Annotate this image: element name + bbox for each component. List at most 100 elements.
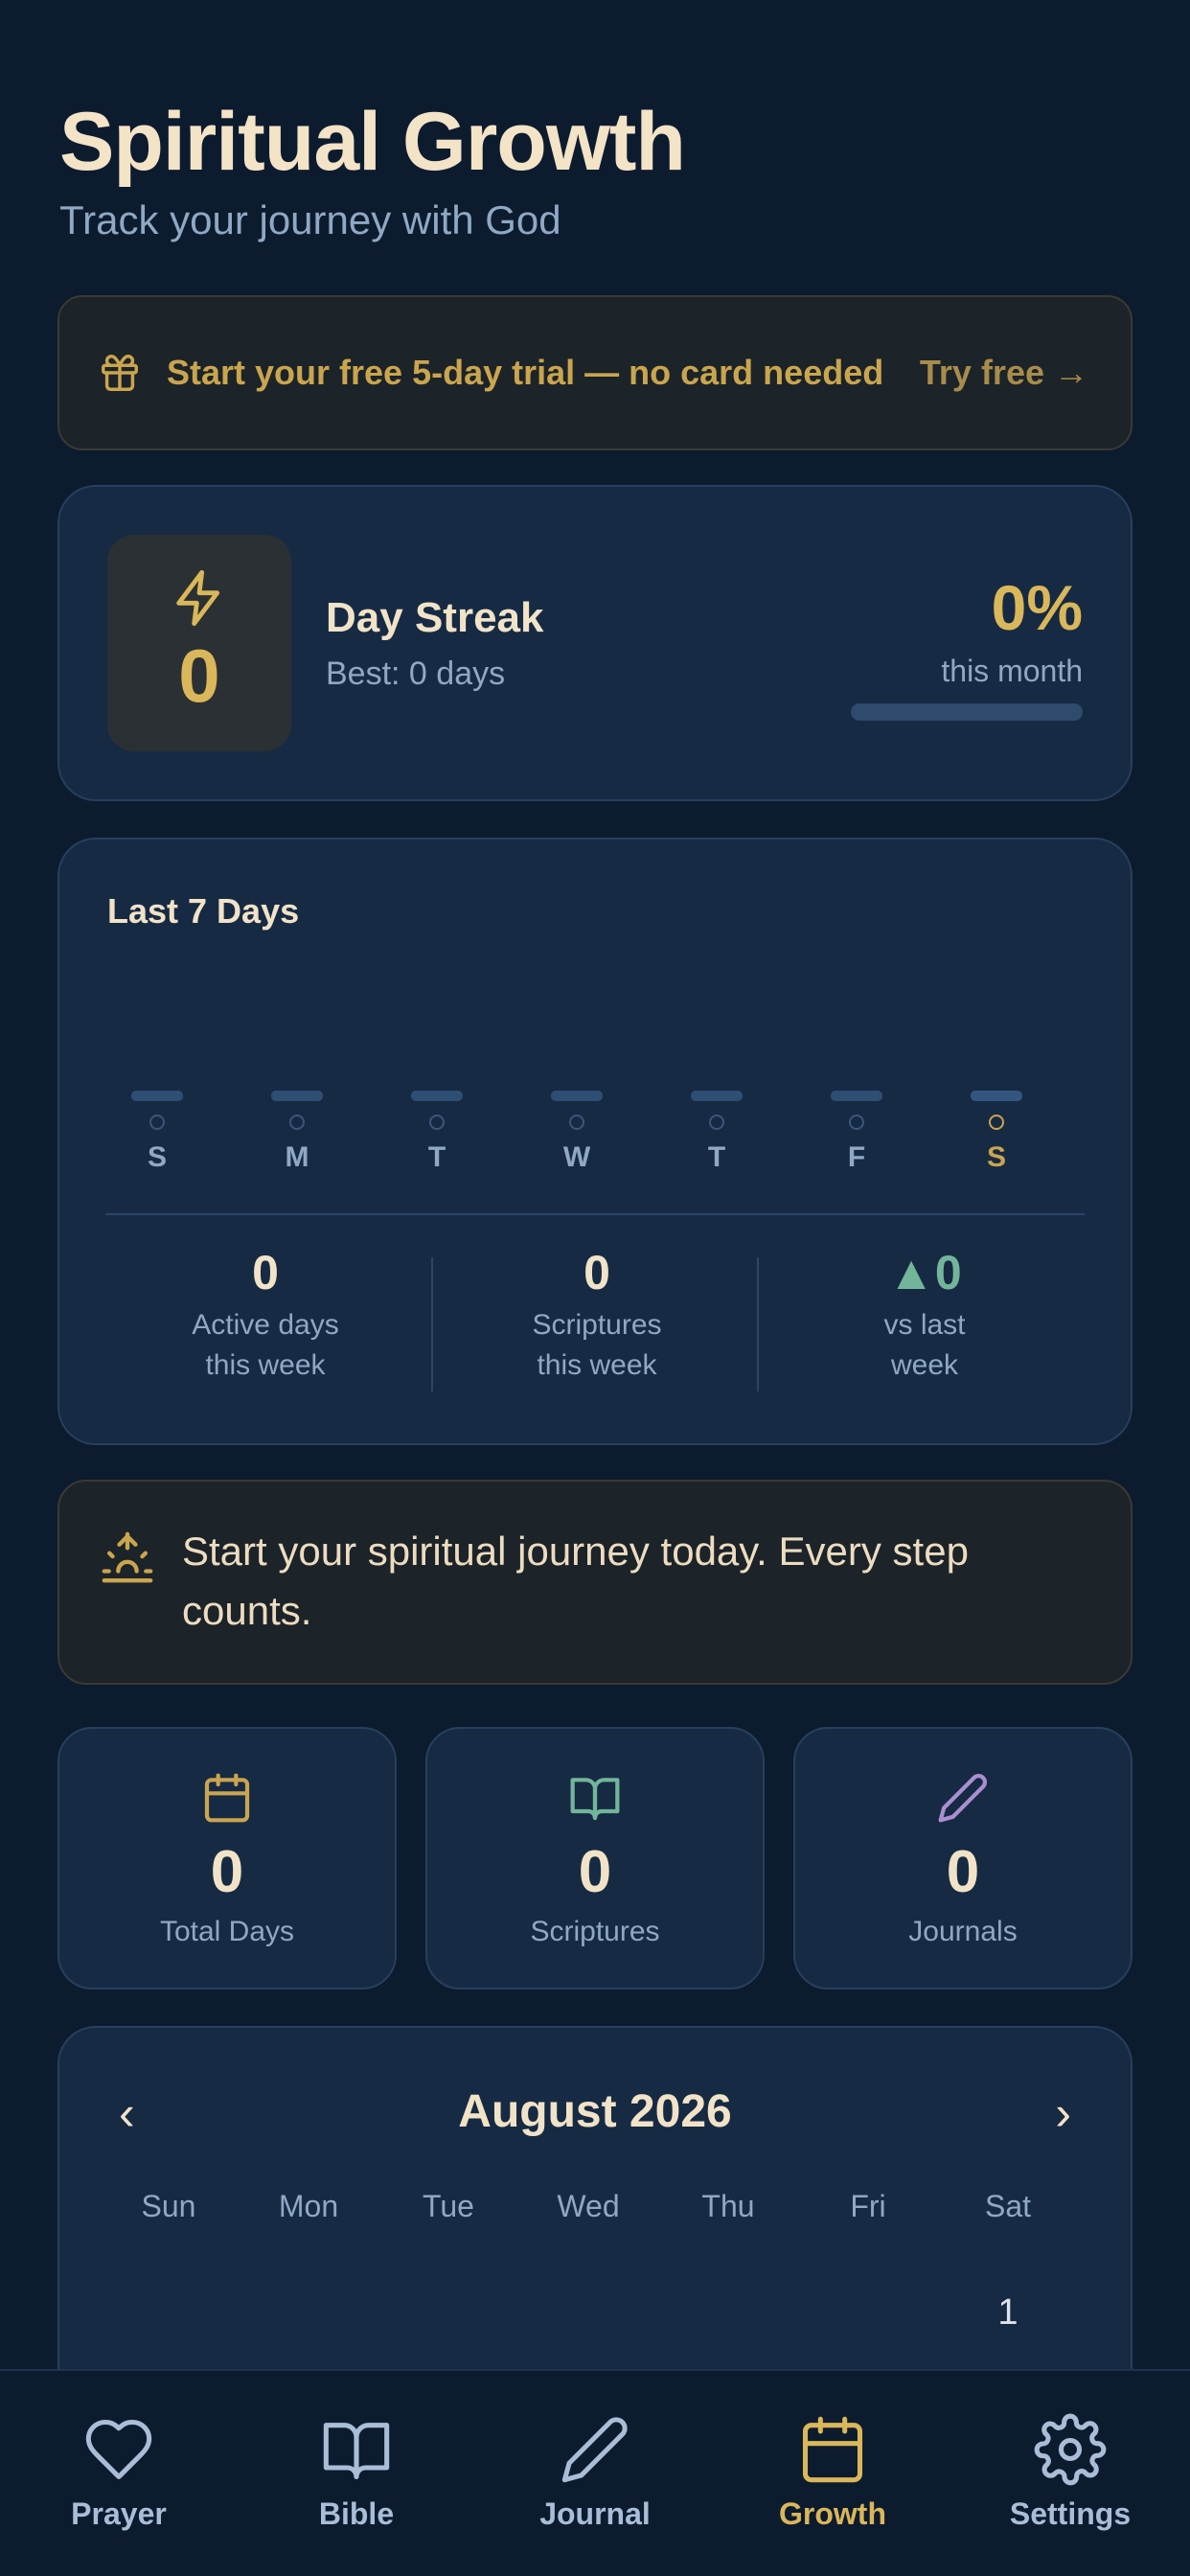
month-percent-label: this month (941, 654, 1083, 688)
tab-label: Journal (539, 2496, 651, 2531)
tab-label: Settings (1009, 2496, 1132, 2531)
day-bar (551, 1091, 603, 1101)
day-dot (849, 1115, 864, 1130)
day-column: S (128, 1091, 186, 1174)
weekday-label: Wed (557, 2189, 620, 2223)
scriptures-label: Scriptures (530, 1916, 660, 1947)
day-dot (149, 1115, 165, 1130)
day-column: T (688, 1091, 745, 1174)
stat-active-days: 0 Active days this week (117, 1246, 414, 1386)
last-7-days-title: Last 7 Days (107, 891, 300, 931)
lightning-icon (176, 569, 220, 627)
weekday-label: Tue (423, 2189, 474, 2223)
tab-growth[interactable]: Growth (746, 2413, 919, 2532)
weekday-label: Thu (701, 2189, 755, 2223)
day-bar (411, 1091, 463, 1101)
page-subtitle: Track your journey with God (59, 197, 561, 242)
calendar-icon (204, 1773, 250, 1823)
calendar-month-label: August 2026 (458, 2086, 732, 2137)
tab-journal[interactable]: Journal (509, 2413, 681, 2532)
day-label: T (707, 1141, 726, 1173)
weekday-label: Mon (278, 2189, 339, 2223)
stat-value: ▲0 (887, 1246, 962, 1300)
page-header: Spiritual Growth Track your journey with… (59, 94, 686, 243)
tab-label: Bible (318, 2496, 395, 2531)
trial-message: Start your free 5-day trial — no card ne… (167, 353, 884, 392)
tab-label: Growth (779, 2496, 886, 2531)
journals-label: Journals (908, 1916, 1018, 1947)
weekday-label: Fri (850, 2189, 886, 2223)
scriptures-value: 0 (578, 1839, 612, 1905)
day-dot (569, 1115, 584, 1130)
weekday-label: Sun (141, 2189, 196, 2223)
scriptures-card: 0 Scriptures (425, 1727, 765, 1990)
tab-settings[interactable]: Settings (984, 2413, 1156, 2532)
gear-icon (1034, 2413, 1107, 2486)
streak-title: Day Streak (326, 594, 544, 641)
stat-caption: vs last week (883, 1309, 966, 1381)
month-progress-bar (851, 703, 1083, 721)
streak-badge: 0 (107, 535, 291, 751)
book-icon (570, 1778, 620, 1821)
day-bar (691, 1091, 743, 1101)
divider (105, 1213, 1085, 1215)
stat-caption: Scriptures this week (532, 1309, 662, 1381)
trend-up-icon: ▲ (887, 1246, 935, 1300)
tab-prayer[interactable]: Prayer (33, 2413, 205, 2532)
journals-value: 0 (946, 1839, 980, 1905)
bottom-tab-bar: Prayer Bible Journal Growth Settings (0, 2369, 1190, 2576)
total-days-value: 0 (210, 1839, 244, 1905)
day-column: M (268, 1091, 326, 1174)
growth-screen: Spiritual Growth Track your journey with… (0, 0, 1190, 2576)
month-percent: 0% (991, 572, 1083, 643)
tab-bible[interactable]: Bible (270, 2413, 443, 2532)
try-free-link[interactable]: Try free → (920, 353, 1088, 393)
day-label: M (285, 1141, 309, 1173)
day-column: T (408, 1091, 466, 1174)
stat-value: 0 (584, 1246, 610, 1300)
stat-separator (431, 1257, 433, 1392)
sunrise-icon (102, 1531, 153, 1583)
encouragement-card: Start your spiritual journey today. Ever… (57, 1480, 1133, 1685)
day-bar (131, 1091, 183, 1101)
stat-scriptures: 0 Scriptures this week (448, 1246, 745, 1386)
day-label: S (986, 1141, 1006, 1173)
day-column: F (828, 1091, 885, 1174)
tab-label: Prayer (71, 2496, 167, 2531)
day-column-today: S (968, 1091, 1025, 1174)
day-dot (709, 1115, 724, 1130)
gift-icon (102, 355, 138, 391)
day-label: T (427, 1141, 446, 1173)
book-icon (323, 2423, 390, 2480)
page-title: Spiritual Growth (59, 96, 686, 188)
day-label: S (147, 1141, 167, 1173)
pencil-icon (938, 1774, 987, 1823)
calendar-date[interactable]: 1 (960, 2292, 1056, 2334)
streak-best: Best: 0 days (326, 656, 506, 692)
day-dot (429, 1115, 445, 1130)
streak-card: 0 Day Streak Best: 0 days 0% this month (57, 485, 1133, 801)
day-column: W (548, 1091, 606, 1174)
pencil-icon (561, 2417, 628, 2483)
last-7-days-card: Last 7 Days S M T W T F S 0 Active days … (57, 838, 1133, 1445)
day-label: W (562, 1141, 591, 1173)
heart-icon (85, 2419, 152, 2480)
streak-count: 0 (178, 633, 220, 718)
calendar-icon (802, 2416, 863, 2483)
stat-value: 0 (252, 1246, 279, 1300)
total-days-card: 0 Total Days (57, 1727, 397, 1990)
stat-separator (757, 1257, 759, 1392)
total-days-label: Total Days (159, 1916, 295, 1947)
journals-card: 0 Journals (793, 1727, 1133, 1990)
trial-banner[interactable]: Start your free 5-day trial — no card ne… (57, 295, 1133, 450)
stat-caption: Active days this week (192, 1309, 339, 1381)
weekday-label: Sat (984, 2189, 1032, 2223)
day-label: F (847, 1141, 866, 1173)
day-bar (971, 1091, 1022, 1101)
day-bar (831, 1091, 882, 1101)
day-dot (989, 1115, 1004, 1130)
day-dot (289, 1115, 305, 1130)
day-bar (271, 1091, 323, 1101)
next-month-button[interactable]: › (1055, 2085, 1071, 2141)
encouragement-text: Start your spiritual journey today. Ever… (182, 1529, 969, 1633)
